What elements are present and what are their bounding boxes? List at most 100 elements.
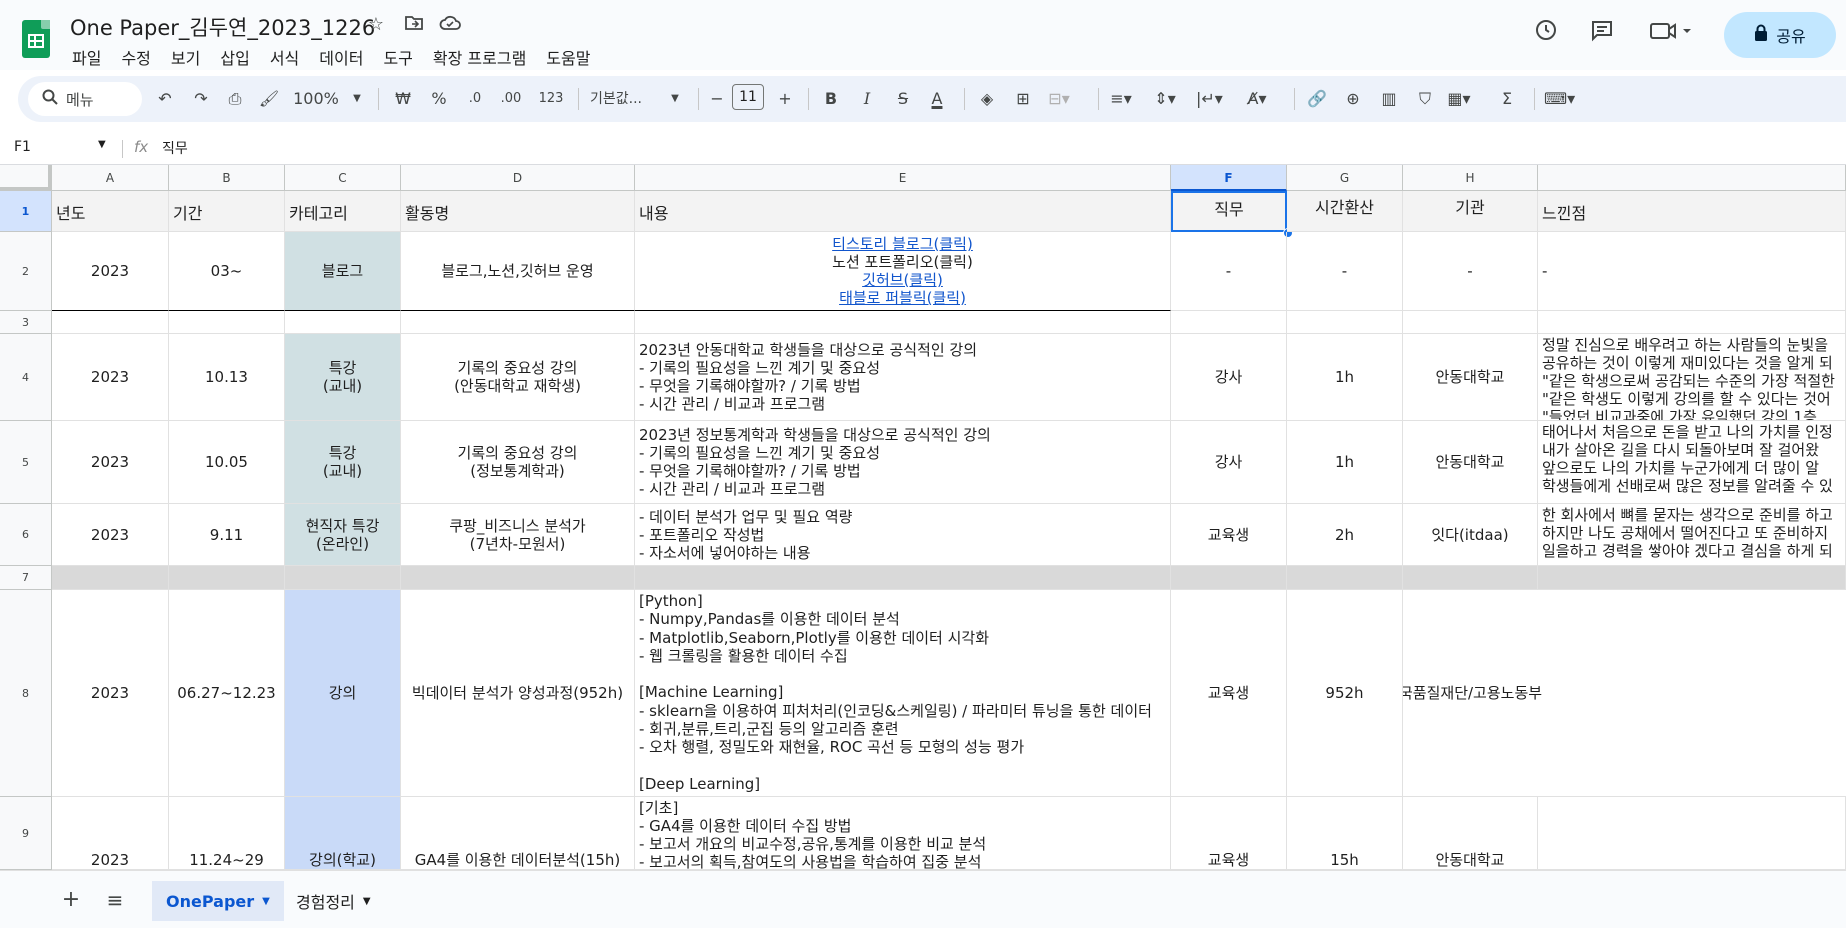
meet-video-icon[interactable] xyxy=(1646,18,1696,54)
filter-icon[interactable]: ⛉ xyxy=(1412,84,1438,114)
horizontal-align-icon[interactable]: ≡▾ xyxy=(1108,84,1134,114)
percent-format-button[interactable]: % xyxy=(426,84,452,114)
cell-b1[interactable]: 기간 xyxy=(169,191,285,232)
cell-b6[interactable]: 9.11 xyxy=(169,504,285,566)
menu-format[interactable]: 서식 xyxy=(260,43,309,71)
cell-e3[interactable] xyxy=(635,311,1171,334)
cell-g1[interactable]: 시간환산 xyxy=(1287,191,1403,232)
menu-extensions[interactable]: 확장 프로그램 xyxy=(423,43,536,71)
comments-icon[interactable] xyxy=(1584,18,1620,54)
row-header-9[interactable]: 9 xyxy=(0,797,52,870)
cell-a7[interactable] xyxy=(52,566,169,590)
all-sheets-icon[interactable]: ≡ xyxy=(102,885,128,915)
cell-i5[interactable]: 태어나서 처음으로 돈을 받고 나의 가치를 인정 내가 살아온 길을 다시 되… xyxy=(1538,421,1846,504)
font-dropdown-icon[interactable]: ▼ xyxy=(662,84,688,114)
menu-edit[interactable]: 수정 xyxy=(111,43,160,71)
tableau-public-link[interactable]: 태블로 퍼블릭(클릭) xyxy=(839,289,966,307)
sheet-tab-experience[interactable]: 경험정리 ▼ xyxy=(282,881,385,921)
row-header-7[interactable]: 7 xyxy=(0,566,52,590)
row-header-5[interactable]: 5 xyxy=(0,421,52,504)
cell-a6[interactable]: 2023 xyxy=(52,504,169,566)
cell-i1[interactable]: 느낀점 xyxy=(1538,191,1846,232)
cell-a4[interactable]: 2023 xyxy=(52,334,169,421)
more-formats-button[interactable]: 123 xyxy=(538,84,564,114)
print-icon[interactable]: ⎙ xyxy=(222,84,248,114)
cell-f9[interactable]: 교육생 xyxy=(1171,797,1287,870)
cell-d8[interactable]: 빅데이터 분석가 양성과정(952h) xyxy=(401,590,635,797)
undo-icon[interactable]: ↶ xyxy=(152,84,178,114)
cell-g2[interactable]: - xyxy=(1287,232,1403,311)
cell-c3[interactable] xyxy=(285,311,401,334)
fill-color-icon[interactable]: ◈ xyxy=(974,84,1000,114)
borders-icon[interactable]: ⊞ xyxy=(1010,84,1036,114)
cell-c8[interactable]: 강의 xyxy=(285,590,401,797)
cell-a3[interactable] xyxy=(52,311,169,334)
font-size-increase-icon[interactable]: + xyxy=(772,84,798,114)
font-size-input[interactable]: 11 xyxy=(732,84,764,110)
menu-file[interactable]: 파일 xyxy=(62,43,111,71)
redo-icon[interactable]: ↷ xyxy=(188,84,214,114)
cell-h3[interactable] xyxy=(1403,311,1538,334)
cell-g4[interactable]: 1h xyxy=(1287,334,1403,421)
cell-c6[interactable]: 현직자 특강 (온라인) xyxy=(285,504,401,566)
cell-b5[interactable]: 10.05 xyxy=(169,421,285,504)
cell-g8[interactable]: 952h xyxy=(1287,590,1403,797)
font-size-decrease-icon[interactable]: − xyxy=(704,84,730,114)
move-folder-icon[interactable] xyxy=(403,14,425,36)
strikethrough-icon[interactable]: S xyxy=(890,84,916,114)
column-header-h[interactable]: H xyxy=(1403,165,1538,191)
add-sheet-icon[interactable]: + xyxy=(58,885,84,915)
cell-f3[interactable] xyxy=(1171,311,1287,334)
cell-f8[interactable]: 교육생 xyxy=(1171,590,1287,797)
name-box[interactable]: F1 ▼ xyxy=(14,139,114,155)
cell-i3[interactable] xyxy=(1538,311,1846,334)
decrease-decimal-button[interactable]: .0 xyxy=(462,84,488,114)
cell-c9[interactable]: 강의(학교) xyxy=(285,797,401,870)
cell-h5[interactable]: 안동대학교 xyxy=(1403,421,1538,504)
filter-views-icon[interactable]: ▦▾ xyxy=(1446,84,1472,114)
cell-d1[interactable]: 활동명 xyxy=(401,191,635,232)
cell-e1[interactable]: 내용 xyxy=(635,191,1171,232)
sheet-tab-onepaper[interactable]: OnePaper ▼ xyxy=(152,881,284,921)
column-header-f[interactable]: F xyxy=(1171,165,1287,191)
cell-c1[interactable]: 카테고리 xyxy=(285,191,401,232)
cell-c4[interactable]: 특강 (교내) xyxy=(285,334,401,421)
cell-e9[interactable]: [기초] - GA4를 이용한 데이터 수집 방법 - 보고서 개요의 비교수정… xyxy=(635,797,1171,870)
cell-e5[interactable]: 2023년 정보통계학과 학생들을 대상으로 공식적인 강의 - 기록의 필요성… xyxy=(635,421,1171,504)
cell-f6[interactable]: 교육생 xyxy=(1171,504,1287,566)
cell-d5[interactable]: 기록의 중요성 강의 (정보통계학과) xyxy=(401,421,635,504)
cell-h6[interactable]: 잇다(itdaa) xyxy=(1403,504,1538,566)
insert-link-icon[interactable]: 🔗 xyxy=(1304,84,1330,114)
cell-a8[interactable]: 2023 xyxy=(52,590,169,797)
cell-a5[interactable]: 2023 xyxy=(52,421,169,504)
cell-e8[interactable]: [Python] - Numpy,Pandas를 이용한 데이터 분석 - Ma… xyxy=(635,590,1171,797)
star-icon[interactable]: ☆ xyxy=(365,14,387,36)
cell-b4[interactable]: 10.13 xyxy=(169,334,285,421)
functions-icon[interactable]: Σ xyxy=(1494,84,1520,114)
cell-h9[interactable]: 안동대학교 xyxy=(1403,797,1538,870)
menu-tools[interactable]: 도구 xyxy=(373,43,422,71)
cell-a9[interactable]: 2023 xyxy=(52,797,169,870)
row-header-8[interactable]: 8 xyxy=(0,590,52,797)
cell-i7[interactable] xyxy=(1538,566,1846,590)
menu-help[interactable]: 도움말 xyxy=(536,43,600,71)
cell-d4[interactable]: 기록의 중요성 강의 (안동대학교 재학생) xyxy=(401,334,635,421)
cell-g3[interactable] xyxy=(1287,311,1403,334)
zoom-select[interactable]: 100% xyxy=(292,84,340,114)
increase-decimal-button[interactable]: .00 xyxy=(498,84,524,114)
column-header-a[interactable]: A xyxy=(52,165,169,191)
cell-g9[interactable]: 15h xyxy=(1287,797,1403,870)
cell-b3[interactable] xyxy=(169,311,285,334)
cell-g5[interactable]: 1h xyxy=(1287,421,1403,504)
cell-h7[interactable] xyxy=(1403,566,1538,590)
row-header-1[interactable]: 1 xyxy=(0,191,52,232)
cell-a2[interactable]: 2023 xyxy=(52,232,169,311)
menu-insert[interactable]: 삽입 xyxy=(210,43,259,71)
text-color-icon[interactable]: A xyxy=(924,84,950,114)
cell-c2[interactable]: 블로그 xyxy=(285,232,401,311)
cell-h2[interactable]: - xyxy=(1403,232,1538,311)
cell-e7[interactable] xyxy=(635,566,1171,590)
italic-icon[interactable]: I xyxy=(854,84,880,114)
document-title[interactable]: One Paper_김두연_2023_1226 xyxy=(70,12,375,42)
input-tools-icon[interactable]: ⌨▾ xyxy=(1544,84,1575,114)
